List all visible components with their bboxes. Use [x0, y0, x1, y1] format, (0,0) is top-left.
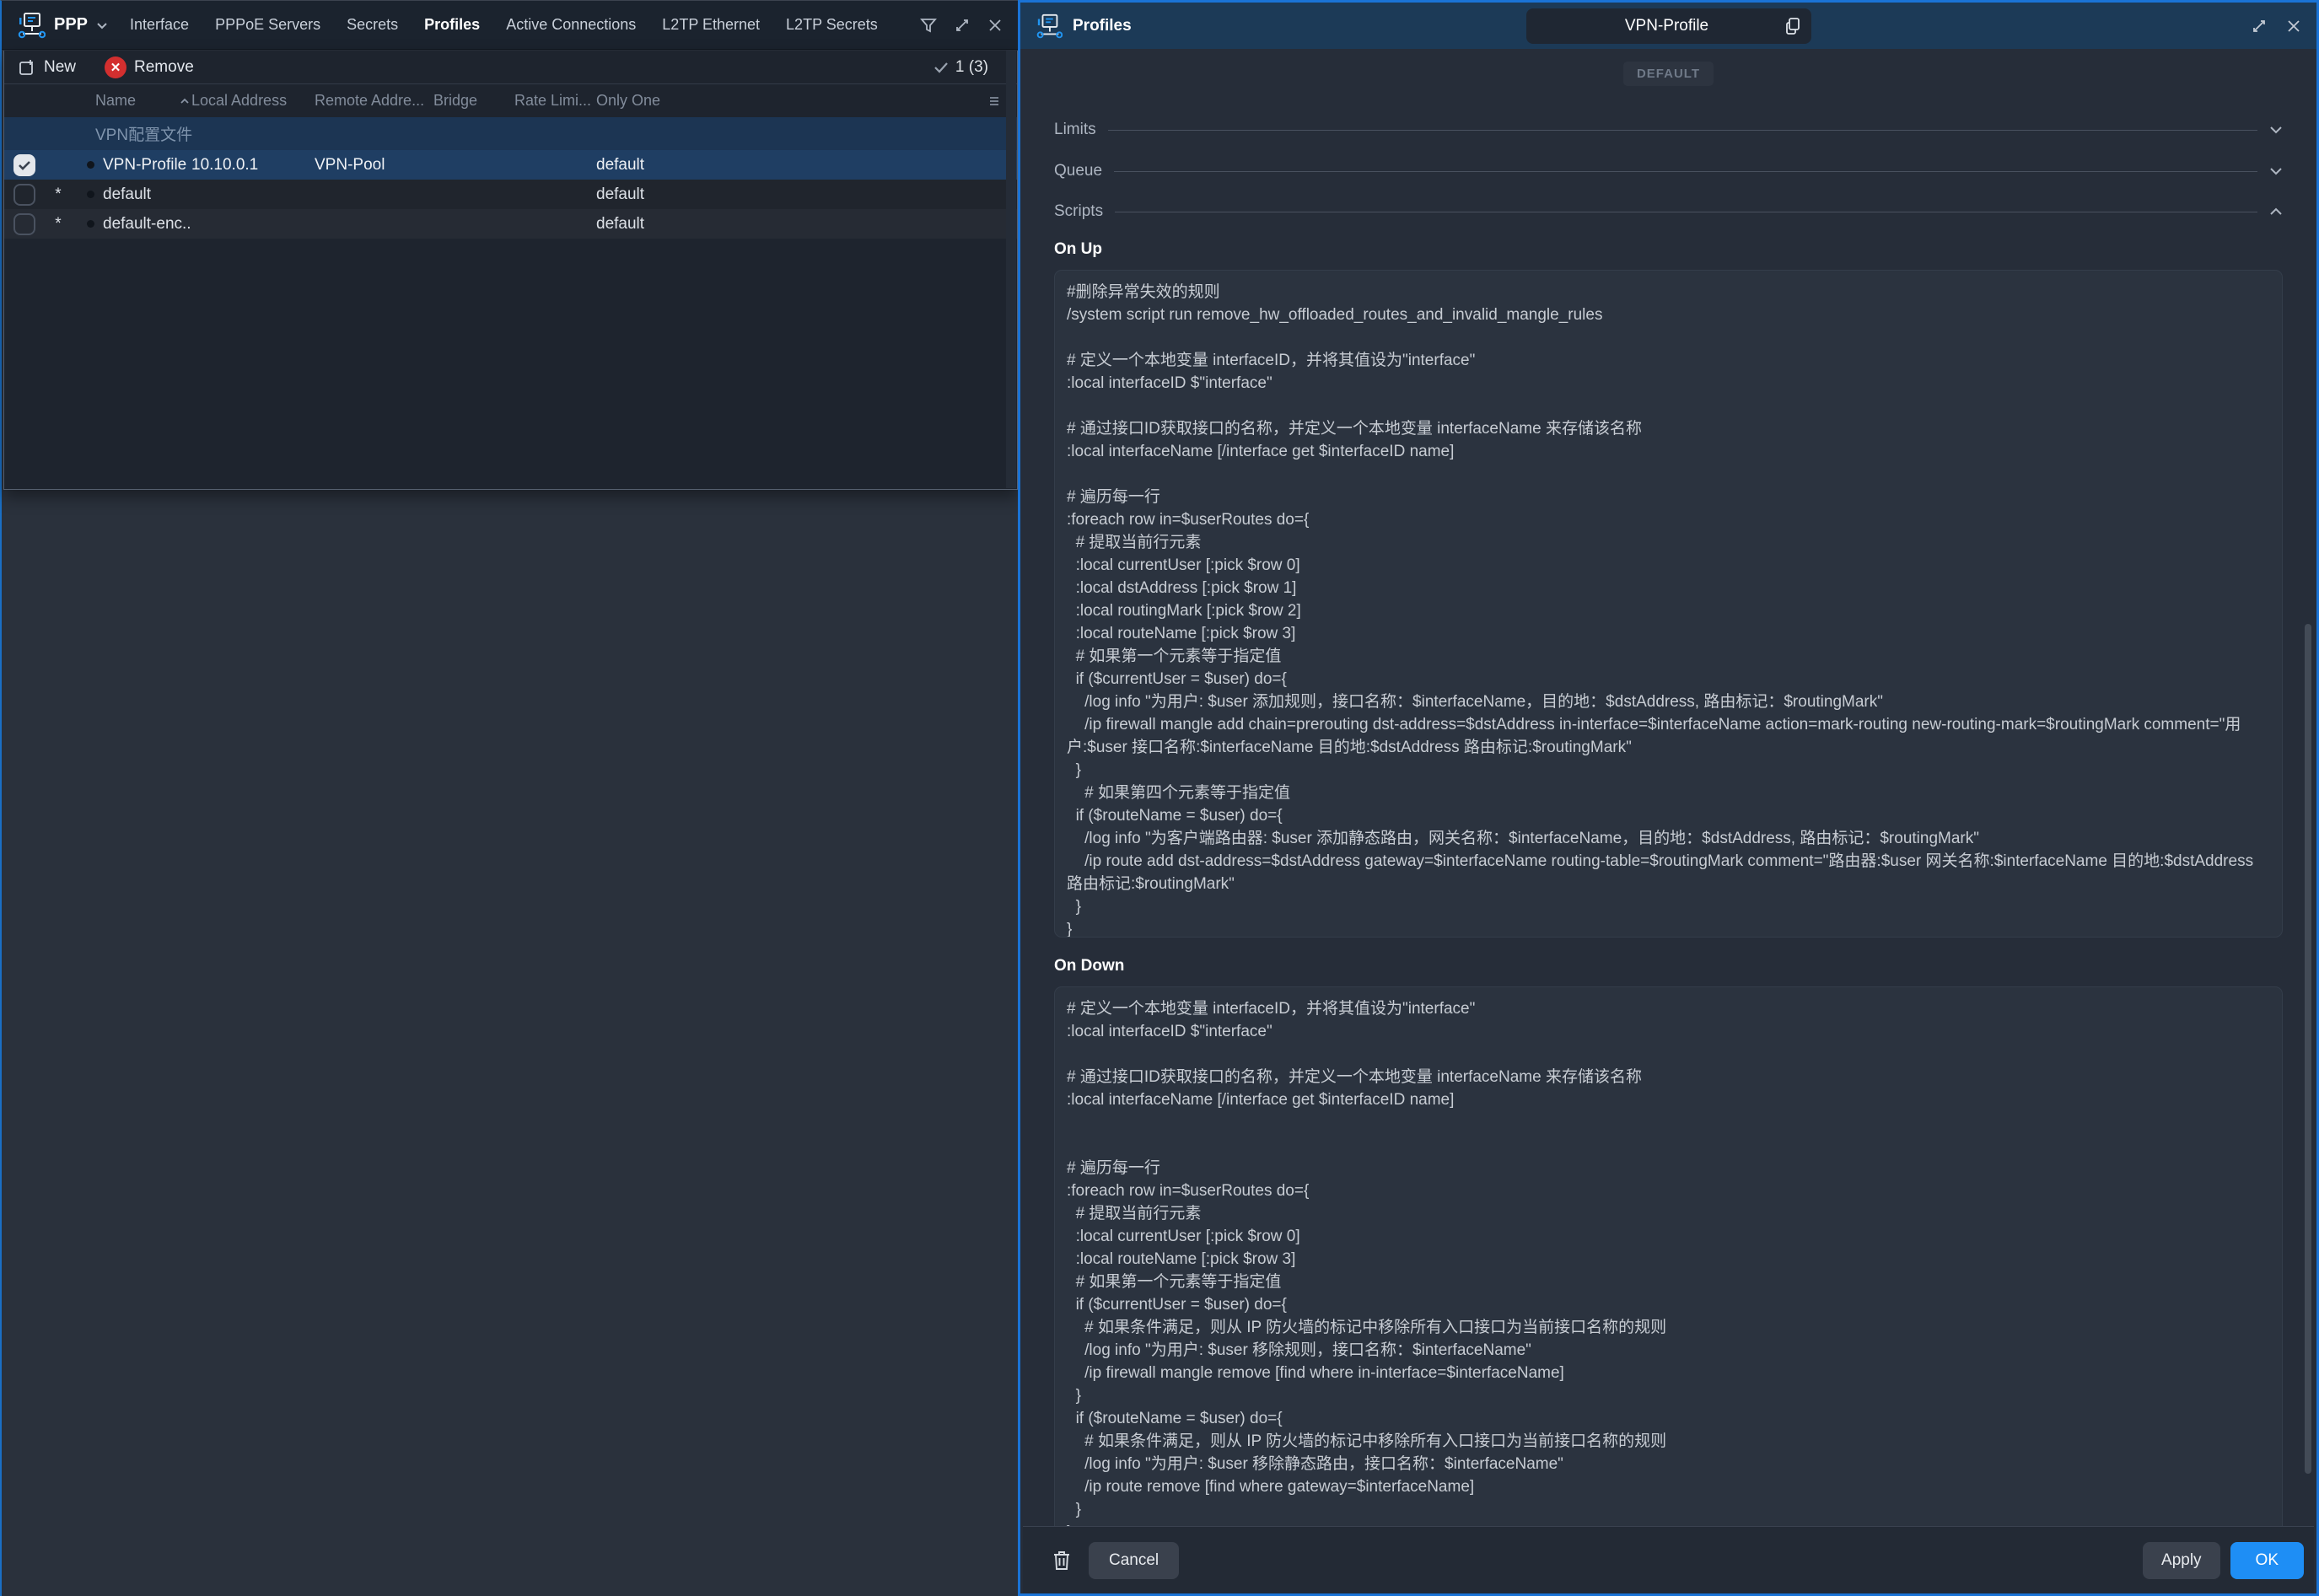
- column-header-name[interactable]: Name: [72, 92, 191, 110]
- remove-x-icon: ✕: [105, 56, 126, 78]
- remove-button[interactable]: ✕ Remove: [105, 56, 194, 78]
- row-name: default: [103, 185, 151, 204]
- row-local-address: 10.10.0.1: [191, 156, 315, 175]
- profile-name-field[interactable]: VPN-Profile: [1526, 8, 1811, 44]
- ok-button[interactable]: OK: [2230, 1542, 2304, 1579]
- on-up-label: On Up: [1054, 240, 2283, 259]
- row-name: VPN-Profile: [103, 156, 186, 175]
- dialog-title: Profiles: [1073, 17, 1132, 35]
- group-label: VPN配置文件: [4, 122, 192, 145]
- menu-item-pppoe-servers[interactable]: PPPoE Servers: [215, 16, 320, 34]
- menu-item-interface[interactable]: Interface: [130, 16, 189, 34]
- row-name: default-enc...: [103, 215, 191, 234]
- on-down-script-input[interactable]: # 定义一个本地变量 interfaceID，并将其值设为"interface"…: [1054, 986, 2283, 1526]
- row-checkbox-checked[interactable]: [13, 154, 35, 176]
- sort-ascending-icon: [180, 98, 190, 105]
- check-icon: [934, 62, 949, 73]
- chevron-up-icon: [2269, 207, 2283, 216]
- menu-item-active-connections[interactable]: Active Connections: [506, 16, 636, 34]
- on-down-label: On Down: [1054, 957, 2283, 975]
- column-header-remote-address[interactable]: Remote Addre...: [315, 92, 433, 110]
- menu-item-profiles[interactable]: Profiles: [424, 16, 480, 34]
- row-only-one: default: [596, 215, 689, 234]
- section-divider: [1114, 171, 2257, 172]
- table-row[interactable]: * default-enc... default: [4, 209, 1017, 239]
- column-header-rate-limit[interactable]: Rate Limi...: [514, 92, 596, 110]
- menu-item-secrets[interactable]: Secrets: [347, 16, 398, 34]
- table-toolbar: New ✕ Remove 1 (3): [4, 51, 1017, 84]
- menu-item-l2tp-secrets[interactable]: L2TP Secrets: [786, 16, 878, 34]
- chevron-down-icon: [2269, 126, 2283, 134]
- row-checkbox-unchecked[interactable]: [13, 184, 35, 206]
- table-scrollbar-track[interactable]: [1006, 51, 1016, 488]
- profile-name-value: VPN-Profile: [1526, 17, 1774, 35]
- default-badge: DEFAULT: [1623, 62, 1714, 86]
- table-group-row[interactable]: VPN配置文件: [4, 117, 1017, 150]
- ppp-window: PPP Interface PPPoE Servers Secrets Prof…: [0, 0, 1018, 1596]
- table-row[interactable]: VPN-Profile 10.10.0.1 VPN-Pool default: [4, 150, 1017, 180]
- network-monitor-icon: [1036, 13, 1063, 40]
- selection-count: 1 (3): [955, 58, 988, 77]
- section-queue-label: Queue: [1054, 162, 1102, 180]
- apply-button[interactable]: Apply: [2143, 1542, 2220, 1579]
- cancel-button[interactable]: Cancel: [1089, 1542, 1179, 1579]
- row-remote-address: VPN-Pool: [315, 156, 433, 175]
- screen: PPP Interface PPPoE Servers Secrets Prof…: [0, 0, 2319, 1596]
- scrollbar-thumb[interactable]: [2305, 624, 2311, 1474]
- section-limits[interactable]: Limits: [1054, 121, 2283, 139]
- status-bullet: [87, 191, 94, 198]
- dialog-body: DEFAULT Limits Queue Scripts: [1023, 49, 2314, 1526]
- status-bullet: [87, 161, 94, 169]
- on-up-script-input[interactable]: #删除异常失效的规则 /system script run remove_hw_…: [1054, 270, 2283, 938]
- row-checkbox-unchecked[interactable]: [13, 213, 35, 235]
- section-limits-label: Limits: [1054, 121, 1096, 139]
- menu-item-l2tp-ethernet[interactable]: L2TP Ethernet: [662, 16, 760, 34]
- copy-icon[interactable]: [1774, 8, 1811, 44]
- selection-counter: 1 (3): [934, 58, 1003, 77]
- new-button[interactable]: New: [18, 58, 76, 77]
- chevron-down-icon[interactable]: [96, 21, 108, 30]
- close-icon[interactable]: [2286, 19, 2301, 34]
- section-scripts[interactable]: Scripts: [1054, 202, 2283, 221]
- network-monitor-icon: [17, 11, 46, 40]
- column-header-only-one[interactable]: Only One: [596, 92, 689, 110]
- default-flag: *: [45, 215, 72, 234]
- delete-icon[interactable]: [1043, 1542, 1080, 1579]
- new-button-label: New: [44, 58, 76, 77]
- column-header-local-address[interactable]: Local Address: [191, 92, 315, 110]
- dialog-footer: Cancel Apply OK: [1023, 1526, 2314, 1593]
- section-divider: [1108, 130, 2257, 131]
- menu-items: Interface PPPoE Servers Secrets Profiles…: [130, 16, 920, 34]
- profile-dialog: Profiles VPN-Profile DEFAULT: [1018, 0, 2319, 1596]
- close-icon[interactable]: [987, 18, 1003, 33]
- detach-window-icon[interactable]: [954, 17, 971, 34]
- status-bullet: [87, 220, 94, 228]
- remove-button-label: Remove: [134, 58, 194, 77]
- new-document-icon: [18, 58, 36, 77]
- row-only-one: default: [596, 185, 689, 204]
- table-header: Name Local Address Remote Addre... Bridg…: [4, 84, 1017, 117]
- ppp-app-title[interactable]: PPP: [17, 11, 108, 40]
- ppp-menubar: PPP Interface PPPoE Servers Secrets Prof…: [2, 1, 1018, 50]
- detach-window-icon[interactable]: [2251, 18, 2268, 35]
- app-name: PPP: [54, 15, 88, 35]
- profiles-table-panel: New ✕ Remove 1 (3) Name: [3, 51, 1018, 490]
- table-row[interactable]: * default default: [4, 180, 1017, 209]
- chevron-down-icon: [2269, 167, 2283, 175]
- default-flag: *: [45, 185, 72, 204]
- section-queue[interactable]: Queue: [1054, 162, 2283, 180]
- dialog-titlebar: Profiles VPN-Profile: [1020, 3, 2316, 49]
- filter-icon[interactable]: [920, 17, 937, 34]
- row-only-one: default: [596, 156, 689, 175]
- section-scripts-label: Scripts: [1054, 202, 1103, 221]
- column-header-bridge[interactable]: Bridge: [433, 92, 514, 110]
